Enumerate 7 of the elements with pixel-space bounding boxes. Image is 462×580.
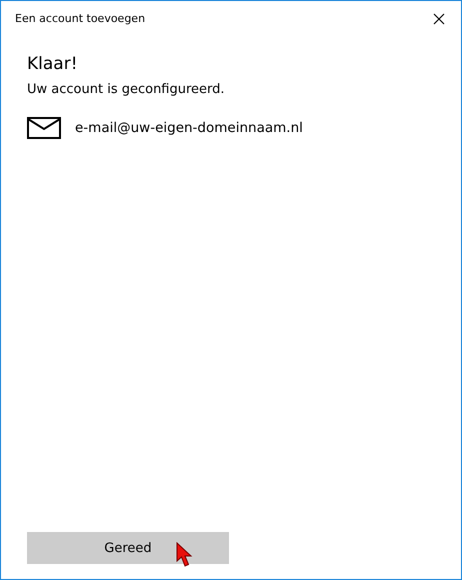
envelope-icon: [27, 117, 61, 139]
status-message: Uw account is geconfigureerd.: [27, 82, 226, 97]
heading: Klaar!: [27, 54, 79, 74]
account-email: e-mail@uw-eigen-domeinnaam.nl: [75, 120, 303, 136]
window-title: Een account toevoegen: [15, 12, 146, 25]
done-button[interactable]: Gereed: [27, 532, 229, 564]
close-icon[interactable]: [433, 12, 445, 24]
